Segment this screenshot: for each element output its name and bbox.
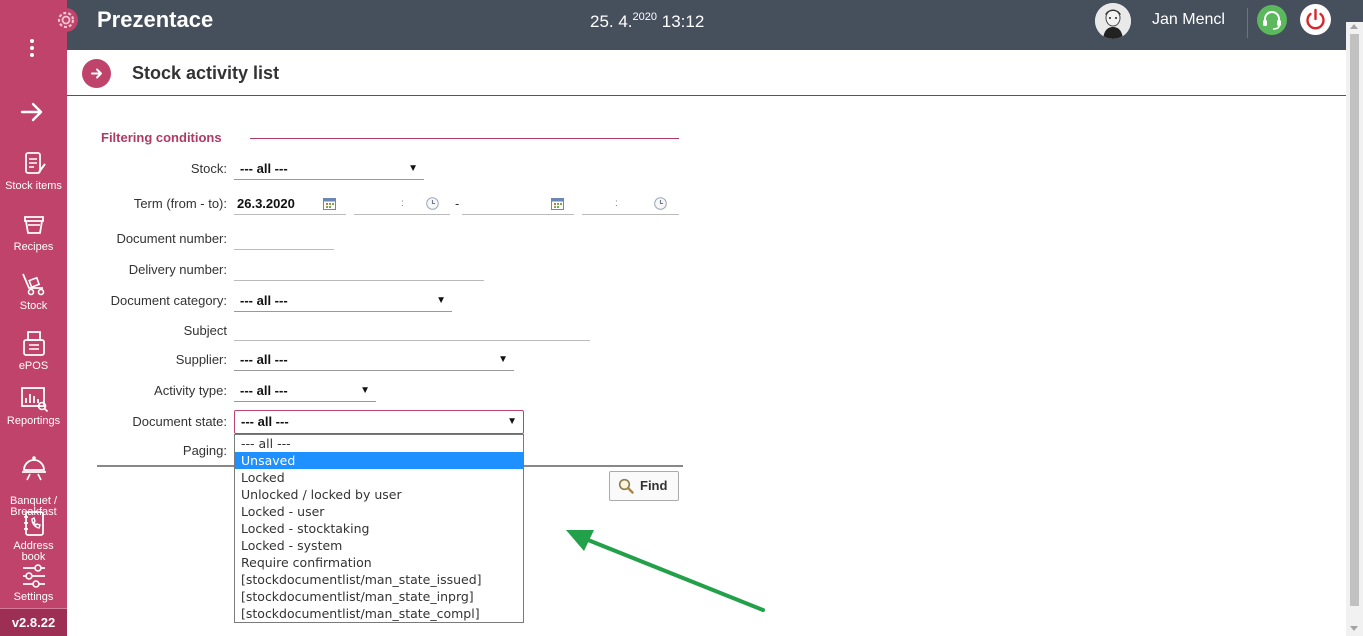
chevron-down-icon: ▼ [408,163,418,174]
page-arrow-icon[interactable] [82,59,111,88]
find-button-label: Find [640,478,668,493]
document-number-input[interactable] [234,228,334,250]
paging-label: Paging: [182,443,227,458]
term-label: Term (from - to): [133,196,227,211]
document-state-options-list: --- all --- Unsaved Locked Unlocked / lo… [234,434,524,623]
chevron-down-icon: ▼ [436,295,446,306]
app-title: Prezentace [97,7,214,32]
version-label: v2.8.22 [0,608,67,636]
option-require-confirmation[interactable]: Require confirmation [235,554,523,571]
sidebar-item-label: Stock items [5,180,62,192]
header-time: 13:12 [661,12,705,31]
page-title: Stock activity list [132,63,280,83]
subject-input[interactable] [234,319,590,341]
delivery-number-input[interactable] [234,259,484,281]
document-number-label: Document number: [116,231,227,246]
header-divider [1247,8,1248,38]
stock-select-value: --- all --- [240,161,288,176]
option-man-state-issued[interactable]: [stockdocumentlist/man_state_issued] [235,571,523,588]
option-all[interactable]: --- all --- [235,435,523,452]
document-category-select-value: --- all --- [240,293,288,308]
stock-select[interactable]: --- all --- ▼ [234,158,424,180]
sidebar-item-label: Settings [13,591,54,603]
time-separator: : [615,198,618,209]
time-separator: : [401,198,404,209]
scroll-down-arrow-icon[interactable] [1350,626,1358,631]
activity-type-select-value: --- all --- [240,383,288,398]
scroll-up-arrow-icon[interactable] [1350,24,1358,29]
chevron-down-icon: ▼ [498,354,508,365]
document-state-label: Document state: [132,414,227,429]
find-button[interactable]: Find [609,471,679,501]
option-man-state-compl[interactable]: [stockdocumentlist/man_state_compl] [235,605,523,622]
address-book-icon [23,511,44,536]
sidebar-item-address-book[interactable]: Address book [0,510,67,563]
scrollbar-thumb[interactable] [1350,34,1359,606]
filtering-conditions-title: Filtering conditions [101,130,222,145]
header-datetime: 25. 4.2020 13:12 [590,11,704,32]
top-header: Prezentace 25. 4.2020 13:12 Jan Mencl [67,0,1363,50]
supplier-select-value: --- all --- [240,352,288,367]
gear-icon[interactable] [53,7,79,33]
document-category-select[interactable]: --- all --- ▼ [234,290,452,312]
section-divider [250,138,679,139]
option-unlocked-locked-by-user[interactable]: Unlocked / locked by user [235,486,523,503]
subject-label: Subject [183,323,227,338]
user-name[interactable]: Jan Mencl [1152,11,1225,29]
magnifier-icon [618,478,634,494]
option-locked-stocktaking[interactable]: Locked - stocktaking [235,520,523,537]
support-headset-icon[interactable] [1257,5,1287,35]
clock-icon[interactable] [654,197,667,210]
document-category-label: Document category: [110,293,227,308]
sidebar-item-settings[interactable]: Settings [0,563,67,603]
more-menu-icon[interactable] [24,36,40,62]
supplier-label: Supplier: [175,352,227,367]
option-locked-user[interactable]: Locked - user [235,503,523,520]
option-man-state-inprg[interactable]: [stockdocumentlist/man_state_inprg] [235,588,523,605]
sidebar-item-label: Address book [13,540,54,563]
power-logout-icon[interactable] [1300,4,1331,35]
chevron-down-icon: ▼ [360,385,370,396]
header-date: 25. 4. [590,12,633,31]
range-separator: - [455,196,460,211]
page-title-bar: Stock activity list [67,50,1346,96]
annotation-arrow-icon [566,530,765,612]
header-year: 2020 [632,11,658,23]
supplier-select[interactable]: --- all --- ▼ [234,349,514,371]
stock-label: Stock: [190,161,227,176]
chevron-down-icon: ▼ [507,416,517,427]
activity-type-label: Activity type: [154,383,227,398]
activity-type-select[interactable]: --- all --- ▼ [234,380,376,402]
avatar[interactable] [1095,3,1131,39]
document-state-select[interactable]: --- all --- ▼ [234,410,524,434]
clock-icon[interactable] [426,197,439,210]
settings-icon [22,564,45,588]
option-locked-system[interactable]: Locked - system [235,537,523,554]
sidebar: Stock items Recipes Stock ePOS Reporting… [0,0,67,636]
delivery-number-label: Delivery number: [128,262,227,277]
option-locked[interactable]: Locked [235,469,523,486]
calendar-icon[interactable] [323,197,336,210]
expand-sidebar-arrow-icon[interactable] [20,102,44,122]
calendar-icon[interactable] [551,197,564,210]
option-unsaved[interactable]: Unsaved [235,452,523,469]
document-state-select-value: --- all --- [241,414,289,429]
